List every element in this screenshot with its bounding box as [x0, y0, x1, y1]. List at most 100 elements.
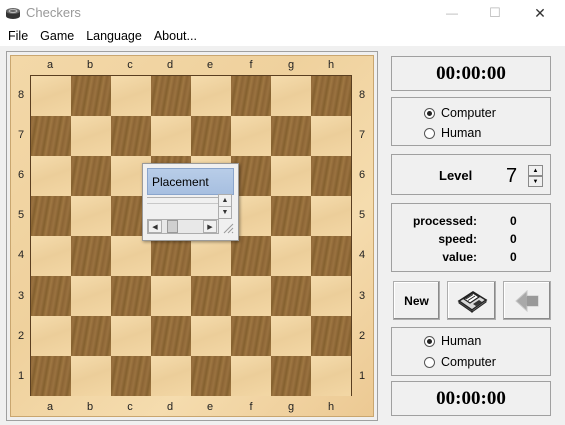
board-square-d3[interactable]: [151, 276, 191, 316]
board-square-g2[interactable]: [271, 316, 311, 356]
speed-label: speed:: [438, 232, 477, 246]
board-square-h8[interactable]: [311, 76, 351, 116]
board-square-a5[interactable]: [31, 196, 71, 236]
board-square-h3[interactable]: [311, 276, 351, 316]
board-square-b7[interactable]: [71, 116, 111, 156]
speed-value: 0: [510, 232, 517, 246]
placement-divider: [147, 197, 219, 198]
top-player-panel: Computer Human: [391, 97, 551, 146]
undo-move-button[interactable]: [503, 281, 551, 320]
board-square-h5[interactable]: [311, 196, 351, 236]
board-square-g7[interactable]: [271, 116, 311, 156]
placement-scroll-down-button[interactable]: ▼: [218, 206, 232, 219]
menu-about[interactable]: About...: [149, 29, 202, 43]
board-square-f4[interactable]: [231, 236, 271, 276]
board-square-e8[interactable]: [191, 76, 231, 116]
menu-language[interactable]: Language: [81, 29, 147, 43]
placement-scroll-right-button[interactable]: ▶: [203, 220, 217, 233]
board-square-b5[interactable]: [71, 196, 111, 236]
bottom-clock: 00:00:00: [436, 387, 506, 409]
board-square-a2[interactable]: [31, 316, 71, 356]
triangle-down-icon: ▼: [532, 178, 539, 185]
new-game-button[interactable]: New: [393, 281, 440, 320]
maximize-button[interactable]: ☐: [480, 0, 510, 26]
board-square-c3[interactable]: [111, 276, 151, 316]
board-square-e4[interactable]: [191, 236, 231, 276]
close-button[interactable]: ✕: [525, 0, 555, 26]
board-square-a6[interactable]: [31, 156, 71, 196]
board-square-f7[interactable]: [231, 116, 271, 156]
placement-title: Placement: [147, 168, 234, 195]
board-square-g3[interactable]: [271, 276, 311, 316]
rank-label: 5: [17, 209, 25, 221]
board-square-g6[interactable]: [271, 156, 311, 196]
board-square-a1[interactable]: [31, 356, 71, 396]
board-square-d2[interactable]: [151, 316, 191, 356]
board-square-e2[interactable]: [191, 316, 231, 356]
board-square-f3[interactable]: [231, 276, 271, 316]
board-square-h2[interactable]: [311, 316, 351, 356]
board-square-b8[interactable]: [71, 76, 111, 116]
board-square-h1[interactable]: [311, 356, 351, 396]
board-square-c2[interactable]: [111, 316, 151, 356]
minimize-button[interactable]: —: [437, 0, 467, 26]
board-square-g1[interactable]: [271, 356, 311, 396]
file-label: e: [206, 59, 214, 71]
board-square-b3[interactable]: [71, 276, 111, 316]
file-label: c: [127, 401, 133, 413]
resize-grip-icon[interactable]: [222, 222, 234, 234]
board-square-a3[interactable]: [31, 276, 71, 316]
menu-file[interactable]: File: [3, 29, 33, 43]
board-square-c7[interactable]: [111, 116, 151, 156]
board-square-h7[interactable]: [311, 116, 351, 156]
board-square-g5[interactable]: [271, 196, 311, 236]
rank-label: 5: [358, 209, 366, 221]
maximize-icon: ☐: [489, 5, 501, 20]
board-square-g8[interactable]: [271, 76, 311, 116]
board-square-c4[interactable]: [111, 236, 151, 276]
board-square-e1[interactable]: [191, 356, 231, 396]
board-square-g4[interactable]: [271, 236, 311, 276]
board-square-a7[interactable]: [31, 116, 71, 156]
file-label: b: [86, 401, 94, 413]
board-square-h4[interactable]: [311, 236, 351, 276]
board-square-b1[interactable]: [71, 356, 111, 396]
menu-game[interactable]: Game: [35, 29, 79, 43]
board-square-c8[interactable]: [111, 76, 151, 116]
top-player-option-human[interactable]: Human: [424, 126, 481, 140]
file-label: c: [127, 59, 133, 71]
board-square-c1[interactable]: [111, 356, 151, 396]
board-square-f1[interactable]: [231, 356, 271, 396]
board-square-d7[interactable]: [151, 116, 191, 156]
level-up-button[interactable]: ▲: [528, 165, 543, 176]
radio-icon: [424, 107, 435, 119]
triangle-up-icon: ▲: [221, 197, 229, 204]
board-square-f2[interactable]: [231, 316, 271, 356]
level-down-button[interactable]: ▼: [528, 176, 543, 187]
board-square-f8[interactable]: [231, 76, 271, 116]
bottom-player-option-computer[interactable]: Computer: [424, 355, 496, 369]
board-square-b4[interactable]: [71, 236, 111, 276]
board-square-b6[interactable]: [71, 156, 111, 196]
board-square-d4[interactable]: [151, 236, 191, 276]
placement-scroll-thumb[interactable]: [167, 220, 178, 233]
bottom-player-option-human[interactable]: Human: [424, 334, 481, 348]
rank-label: 7: [358, 129, 366, 141]
board-square-a4[interactable]: [31, 236, 71, 276]
top-player-option-computer[interactable]: Computer: [424, 106, 496, 120]
placement-divider: [147, 203, 219, 204]
board-square-a8[interactable]: [31, 76, 71, 116]
save-game-button[interactable]: [447, 281, 496, 320]
close-icon: ✕: [534, 4, 546, 21]
board-square-e3[interactable]: [191, 276, 231, 316]
rank-label: 8: [17, 89, 25, 101]
triangle-down-icon: ▼: [221, 209, 229, 216]
board-square-d8[interactable]: [151, 76, 191, 116]
board-square-h6[interactable]: [311, 156, 351, 196]
rank-label: 2: [358, 330, 366, 342]
board-square-b2[interactable]: [71, 316, 111, 356]
board-square-e7[interactable]: [191, 116, 231, 156]
bottom-clock-panel: 00:00:00: [391, 381, 551, 416]
board-square-d1[interactable]: [151, 356, 191, 396]
placement-scroll-left-button[interactable]: ◀: [148, 220, 162, 233]
